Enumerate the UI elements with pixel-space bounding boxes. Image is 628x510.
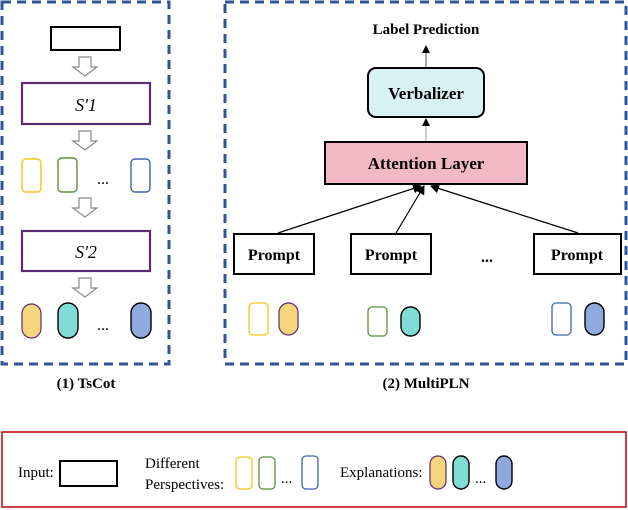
perspective-green [57,157,78,193]
tscot-ellipsis: ... [97,317,109,334]
tscot-panel: S'1 ... S'2 ... (1) TsCot [0,0,171,392]
tscot-caption: (1) TsCot [57,376,116,392]
tscot-ellipsis: ... [97,171,109,188]
legend-explanation-yellow [429,455,447,490]
prompt-label-2: Prompt [365,247,418,264]
attention-layer-label: Attention Layer [368,154,485,173]
prompt-label-1: Prompt [248,247,301,264]
prompt3-to-attention-arrow [430,183,579,234]
legend-explanations-ellipsis: ... [475,471,486,487]
perspective-green [367,306,388,337]
legend-perspectives-ellipsis: ... [281,471,292,487]
legend-perspectives-label-line1: Different [145,456,201,472]
legend-explanation-teal [452,455,470,490]
multipln-caption: (2) MultiPLN [382,376,469,392]
tscot-input-box [50,26,121,51]
legend-perspective-green [258,456,276,490]
down-arrow-icon [71,130,99,151]
explanation-teal [400,306,421,337]
explanation-yellow [278,302,299,336]
verbalizer-label: Verbalizer [388,84,464,103]
perspective-yellow [21,158,42,193]
legend-explanations-label: Explanations: [340,465,423,481]
legend: Input: Different Perspectives: ... Expla… [1,431,627,508]
explanation-blue [130,302,152,339]
prompt-label-3: Prompt [551,247,604,264]
down-arrow-icon [71,277,99,298]
explanation-teal [57,302,79,339]
legend-input-label: Input: [18,465,54,481]
legend-perspectives-label-line2: Perspectives: [145,477,224,493]
explanation-blue [584,302,605,336]
perspective-blue [130,158,151,193]
multipln-panel: Label Prediction Verbalizer Attention La… [223,0,628,392]
perspective-yellow [248,302,269,336]
explanation-yellow [21,303,42,339]
legend-perspective-blue [301,455,319,490]
legend-perspective-yellow [235,456,253,490]
down-arrow-icon [71,56,99,77]
legend-input-box [59,460,118,487]
tscot-step2-label: S'2 [75,242,97,262]
legend-explanation-blue [495,455,513,490]
tscot-step1-label: S'1 [75,95,97,115]
perspective-blue [551,302,572,336]
prompt-ellipsis: ... [481,249,493,266]
down-arrow-icon [71,197,99,218]
label-prediction-text: Label Prediction [373,22,480,38]
diagram-canvas: S'1 ... S'2 ... (1) TsCot Label Predicti… [0,0,628,508]
